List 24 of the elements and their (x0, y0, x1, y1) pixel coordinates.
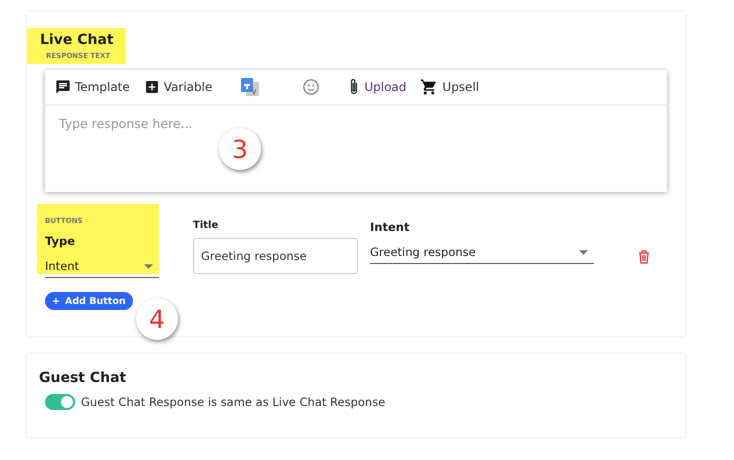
upsell-button[interactable]: Upsell (442, 80, 480, 94)
toggle-label: Guest Chat Response is same as Live Chat Response (81, 395, 386, 410)
translate-icon[interactable] (240, 77, 260, 98)
trash-icon[interactable] (638, 250, 650, 264)
dropdown-field[interactable]: Intent (45, 258, 159, 278)
add-button[interactable]: + Add Button (45, 292, 133, 310)
variable-button[interactable]: Variable (164, 80, 212, 94)
dropdown-caret-icon (144, 264, 153, 269)
field-label: Intent (370, 220, 410, 234)
field-label: Title (193, 220, 220, 232)
dropdown-caret-icon (579, 250, 588, 255)
message-icon (55, 79, 71, 96)
field-label: Type (45, 234, 76, 248)
section-title: Live Chat (40, 32, 114, 48)
toggle-switch[interactable] (45, 394, 75, 410)
title-input[interactable]: Greeting response (193, 238, 358, 274)
section-title: Guest Chat (39, 370, 128, 386)
smiley-icon[interactable] (302, 78, 320, 96)
dropdown-field[interactable]: Greeting response (370, 244, 594, 264)
callout-badge: 4 (136, 298, 178, 340)
plus-box-icon (144, 79, 160, 96)
cart-icon (420, 78, 438, 96)
template-button[interactable]: Template (75, 80, 130, 94)
upload-button[interactable]: Upload (364, 80, 406, 94)
